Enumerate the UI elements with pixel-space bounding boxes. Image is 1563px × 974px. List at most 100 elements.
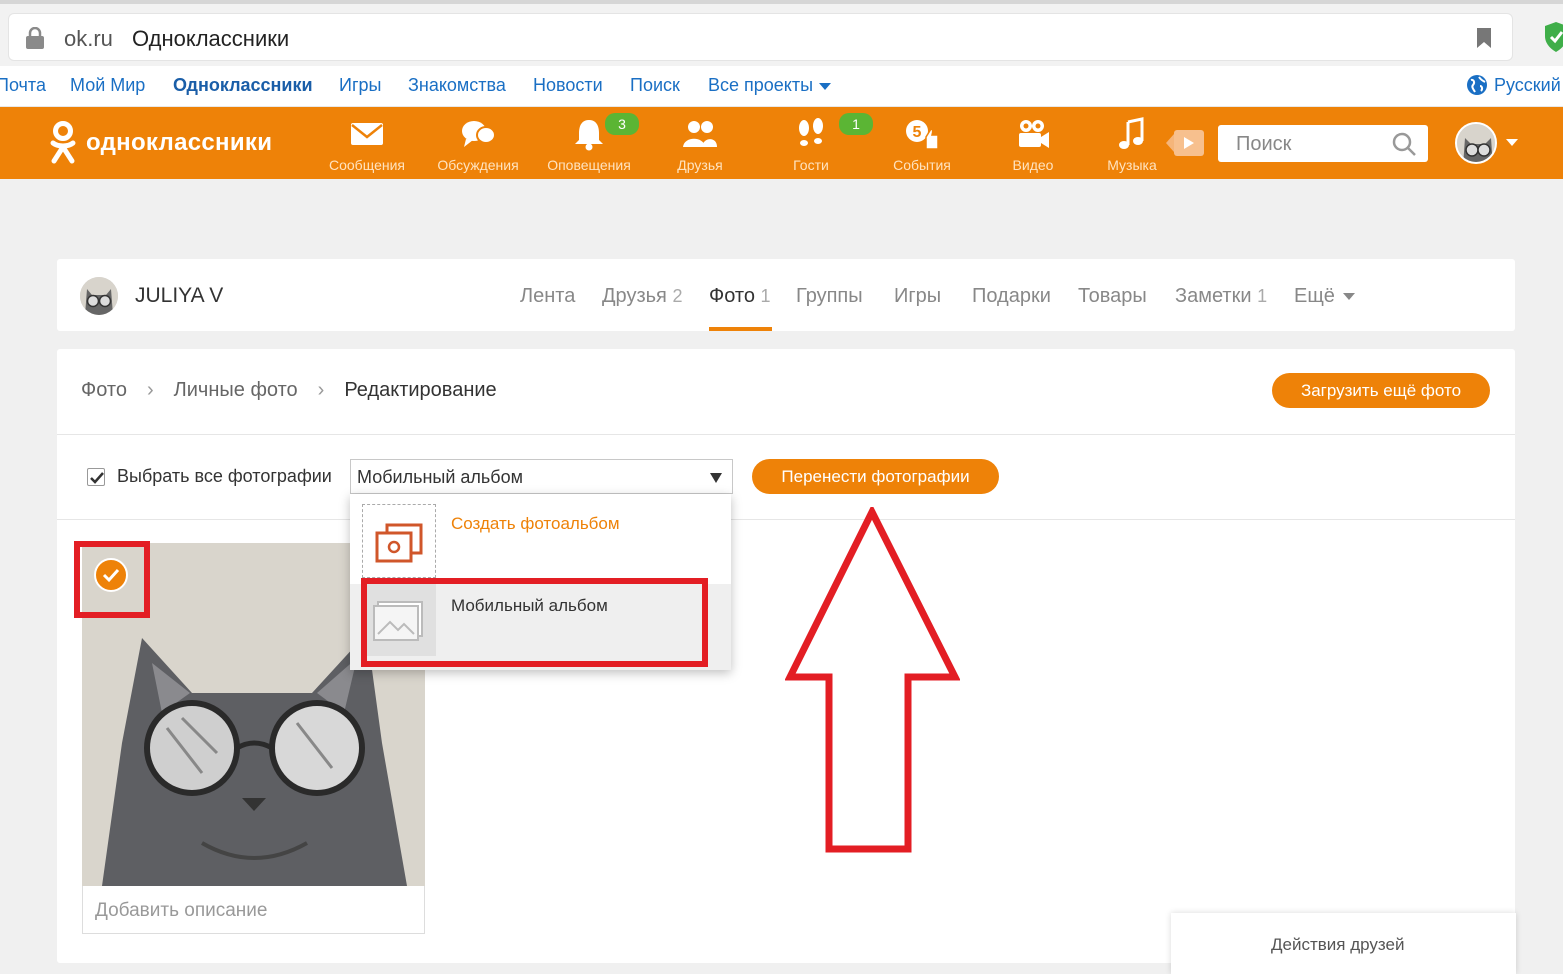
tab-games[interactable]: Игры <box>894 285 941 308</box>
cat-avatar-icon <box>80 277 118 315</box>
tab-friends-count: 2 <box>672 286 683 306</box>
chat-bubbles-icon <box>462 121 496 147</box>
search-icon[interactable] <box>1392 132 1416 156</box>
music-note-icon <box>1119 117 1144 149</box>
nav-guests-label: Гости <box>793 157 829 173</box>
select-all-checkbox[interactable] <box>87 468 105 486</box>
photo-description-field[interactable]: Добавить описание <box>82 886 425 934</box>
language-label: Русский <box>1494 75 1561 95</box>
nav-video-label: Видео <box>1012 157 1054 173</box>
breadcrumb-separator-icon: › <box>146 379 154 401</box>
nav-guests[interactable]: Гости 1 <box>763 113 873 177</box>
album-select[interactable]: Мобильный альбом <box>350 459 733 494</box>
chevron-down-icon <box>819 82 832 90</box>
tab-goods[interactable]: Товары <box>1078 285 1147 308</box>
breadcrumb: Фото › Личные фото › Редактирование <box>81 379 497 402</box>
breadcrumb-personal-photos[interactable]: Личные фото <box>174 379 298 401</box>
address-bar[interactable]: ok.ru Одноклассники <box>8 13 1513 61</box>
ok-logo-icon[interactable] <box>48 121 78 165</box>
annotation-highlight-checkbox <box>74 541 150 618</box>
video-camera-icon <box>1019 120 1049 148</box>
shield-extension-icon[interactable] <box>1545 22 1563 52</box>
nav-notifications[interactable]: Оповещения 3 <box>541 113 639 177</box>
tab-gifts-label: Подарки <box>972 285 1051 307</box>
annotation-arrow-up-icon <box>785 507 960 853</box>
tab-more[interactable]: Ещё <box>1294 285 1355 308</box>
tab-games-label: Игры <box>894 285 942 307</box>
ok-logo-text[interactable]: одноклассники <box>86 129 272 157</box>
tab-photos-label: Фото <box>709 285 755 307</box>
nav-events[interactable]: 5 События <box>874 117 970 177</box>
portal-link-news[interactable]: Новости <box>533 75 603 96</box>
checkmark-icon <box>90 472 104 484</box>
avatar-chevron-down-icon[interactable] <box>1506 139 1518 146</box>
portal-link-search[interactable]: Поиск <box>630 75 680 96</box>
tab-notes-count: 1 <box>1257 286 1268 306</box>
nav-video[interactable]: Видео <box>985 117 1081 177</box>
tab-feed-label: Лента <box>520 285 576 307</box>
portal-link-ok[interactable]: Одноклассники <box>173 75 313 96</box>
browser-toolbar: ok.ru Одноклассники <box>0 0 1563 66</box>
friends-icon <box>683 121 717 147</box>
nav-friends-label: Друзья <box>677 157 723 173</box>
guests-badge: 1 <box>839 113 873 135</box>
envelope-icon <box>351 123 383 145</box>
breadcrumb-editing: Редактирование <box>344 379 497 401</box>
events-icon: 5 <box>906 120 939 150</box>
bookmark-icon[interactable] <box>1476 28 1492 48</box>
select-all-label[interactable]: Выбрать все фотографии <box>117 466 332 487</box>
search-input[interactable]: Поиск <box>1218 125 1428 162</box>
tab-notes-label: Заметки <box>1175 285 1252 307</box>
friends-activity-panel[interactable]: Действия друзей <box>1171 913 1516 974</box>
chevron-down-icon <box>1342 293 1355 301</box>
description-placeholder: Добавить описание <box>95 900 268 921</box>
friends-activity-label: Действия друзей <box>1271 935 1405 954</box>
nav-events-label: События <box>893 157 951 173</box>
notifications-badge: 3 <box>605 113 639 135</box>
nav-discussions[interactable]: Обсуждения <box>430 117 526 177</box>
divider <box>57 434 1515 435</box>
profile-avatar[interactable] <box>80 277 118 315</box>
tab-feed[interactable]: Лента <box>520 285 575 308</box>
dropdown-arrow-icon <box>710 473 722 483</box>
portal-nav: Почта Мой Мир Одноклассники Игры Знакомс… <box>0 66 1563 107</box>
video-play-icon[interactable] <box>1166 126 1206 160</box>
annotation-highlight-album <box>361 578 708 667</box>
breadcrumb-separator-icon: › <box>317 379 325 401</box>
album-select-value: Мобильный альбом <box>357 467 523 487</box>
profile-header: JULIYA V Лента Друзья 2 Фото 1 Группы Иг… <box>57 259 1515 331</box>
upload-more-button[interactable]: Загрузить ещё фото <box>1272 373 1490 408</box>
portal-link-games[interactable]: Игры <box>339 75 381 96</box>
tab-photos[interactable]: Фото 1 <box>709 285 771 308</box>
portal-link-all-projects[interactable]: Все проекты <box>708 75 832 96</box>
create-album-thumb[interactable] <box>362 504 436 578</box>
user-avatar[interactable] <box>1455 122 1497 164</box>
footprints-icon <box>799 118 823 146</box>
tab-goods-label: Товары <box>1078 285 1147 307</box>
portal-link-dating[interactable]: Знакомства <box>408 75 506 96</box>
all-projects-label: Все проекты <box>708 75 814 95</box>
tab-photos-count: 1 <box>760 286 771 306</box>
search-placeholder: Поиск <box>1236 133 1292 155</box>
breadcrumb-photos[interactable]: Фото <box>81 379 127 401</box>
svg-text:5: 5 <box>913 124 922 141</box>
tab-groups[interactable]: Группы <box>796 285 863 308</box>
lock-icon <box>26 27 44 49</box>
tab-notes[interactable]: Заметки 1 <box>1175 285 1267 308</box>
language-switch[interactable]: Русский <box>1466 74 1561 96</box>
tab-friends[interactable]: Друзья 2 <box>602 285 682 308</box>
create-album-option[interactable]: Создать фотоальбом <box>451 514 620 534</box>
profile-name[interactable]: JULIYA V <box>135 284 223 308</box>
nav-friends[interactable]: Друзья <box>652 117 748 177</box>
nav-messages[interactable]: Сообщения <box>319 117 415 177</box>
tab-groups-label: Группы <box>796 285 863 307</box>
active-tab-indicator <box>709 327 772 331</box>
tab-gifts[interactable]: Подарки <box>972 285 1051 308</box>
move-photos-button[interactable]: Перенести фотографии <box>752 459 999 494</box>
url-domain: ok.ru <box>64 26 113 51</box>
tab-more-label: Ещё <box>1294 285 1335 307</box>
portal-link-mail[interactable]: Почта <box>0 75 46 96</box>
globe-icon <box>1467 75 1487 95</box>
photo-album-icon <box>375 523 423 563</box>
portal-link-moymir[interactable]: Мой Мир <box>70 75 145 96</box>
